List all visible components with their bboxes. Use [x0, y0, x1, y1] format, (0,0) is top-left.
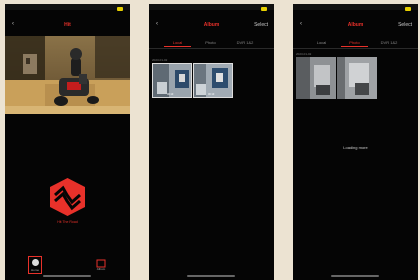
app-logo[interactable]: [5, 174, 130, 226]
logo-label: Hit The Road: [57, 220, 78, 224]
phone-album-local-screen: ‹ Album Select Local Photo DVR 1&2 2023-…: [149, 4, 274, 280]
loading-text: Loading more: [343, 145, 368, 150]
video-thumbnail[interactable]: 00:10: [193, 63, 233, 98]
battery-icon: [117, 7, 123, 11]
camera-icon: [32, 259, 39, 266]
tab-home[interactable]: Home: [28, 256, 42, 274]
nav-bar: ‹ Album Select: [293, 21, 418, 31]
tab-local[interactable]: Local: [164, 38, 191, 47]
home-indicator: [43, 275, 91, 277]
date-header: 2023-01-02: [296, 52, 312, 56]
tab-dvr[interactable]: DVR 1&2: [230, 38, 260, 47]
date-header: 2023-01-02: [152, 58, 168, 62]
divider: [293, 48, 418, 49]
tab-album[interactable]: Album: [94, 256, 108, 274]
status-bar: [5, 4, 130, 10]
status-bar: [149, 4, 274, 10]
select-button[interactable]: Select: [254, 22, 268, 28]
status-bar: [293, 4, 418, 10]
segment-tabs: Local Photo DVR 1&2: [293, 38, 418, 47]
battery-icon: [405, 7, 411, 11]
battery-icon: [261, 7, 267, 11]
photo-thumbnail[interactable]: [296, 57, 336, 99]
tab-label: Home: [30, 268, 39, 272]
live-preview-image[interactable]: [5, 36, 130, 114]
tab-dvr[interactable]: DVR 1&2: [374, 38, 404, 47]
tab-photo[interactable]: Photo: [197, 38, 224, 47]
home-indicator: [331, 275, 379, 277]
phone-album-photo-screen: ‹ Album Select Local Photo DVR 1&2 2023-…: [293, 4, 418, 280]
page-title: Hit: [64, 22, 71, 28]
tab-local[interactable]: Local: [308, 38, 335, 47]
nav-bar: ‹ Hit: [5, 21, 130, 31]
phone-home-screen: ‹ Hit Hit The Road Home Album: [5, 4, 130, 280]
nav-bar: ‹ Album Select: [149, 21, 274, 31]
duration-label: 00:10: [208, 93, 215, 96]
video-thumbnail[interactable]: 00:10: [152, 63, 192, 98]
photo-thumbnail[interactable]: [337, 57, 377, 99]
select-button[interactable]: Select: [398, 22, 412, 28]
home-indicator: [187, 275, 235, 277]
duration-label: 00:10: [167, 93, 174, 96]
divider: [149, 48, 274, 49]
tab-photo[interactable]: Photo: [341, 38, 368, 47]
segment-tabs: Local Photo DVR 1&2: [149, 38, 274, 47]
tab-label: Album: [96, 267, 106, 271]
